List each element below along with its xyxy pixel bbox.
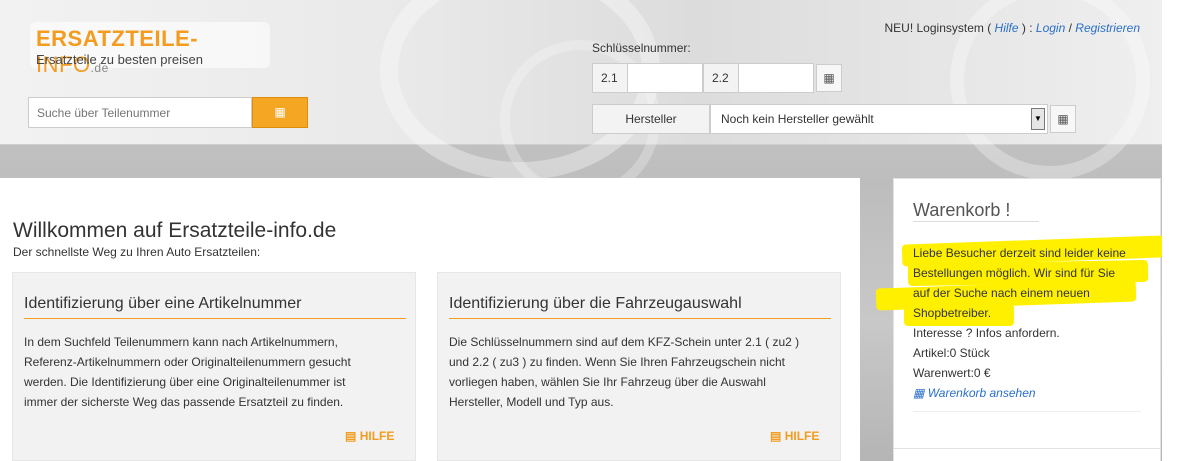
cart-info: Liebe Besucher derzeit sind leider keine…: [913, 243, 1158, 403]
info-card-vehicle-selection: Identifizierung über die Fahrzeugauswahl…: [437, 272, 841, 461]
page-subtitle: Der schnellste Weg zu Ihren Auto Ersatzt…: [13, 245, 261, 259]
key-search-button[interactable]: ▦: [816, 64, 842, 92]
view-cart-label: Warenkorb ansehen: [927, 386, 1036, 400]
manufacturer-select[interactable]: Noch kein Hersteller gewählt ▼: [710, 104, 1048, 134]
login-bar: NEU! Loginsystem ( Hilfe ) : Login / Reg…: [885, 21, 1141, 35]
card-text-line: Referenz-Artikelnummern oder Originaltei…: [24, 355, 351, 369]
manufacturer-row: Hersteller Noch kein Hersteller gewählt …: [592, 104, 1084, 134]
manufacturer-search-button[interactable]: ▦: [1050, 105, 1076, 133]
cart-notice-line: Shopbetreiber.: [913, 306, 992, 320]
page-title: Willkommen auf Ersatzteile-info.de: [13, 219, 337, 242]
login-link[interactable]: Login: [1036, 21, 1065, 35]
register-link[interactable]: Registrieren: [1075, 21, 1140, 35]
card-divider: [24, 318, 406, 319]
card-text-line: Die Schlüsselnummern sind auf dem KFZ-Sc…: [449, 335, 800, 349]
cart-panel: Warenkorb ! Liebe Besucher derzeit sind …: [875, 178, 1165, 456]
help-label: HILFE: [359, 429, 395, 443]
help-icon: ▤: [345, 429, 357, 443]
search-icon: ▦: [274, 105, 286, 119]
help-button[interactable]: ▤ HILFE: [345, 429, 394, 443]
key-21-label: 2.1: [592, 63, 628, 93]
card-text: Die Schlüsselnummern sind auf dem KFZ-Sc…: [449, 332, 799, 412]
key-number-label: Schlüsselnummer:: [592, 41, 691, 55]
site-header: ERSATZTEILE-INFO.de Ersatzteile zu beste…: [0, 0, 1162, 200]
cart-title-divider: [913, 221, 1039, 222]
page-edge: [1162, 0, 1182, 461]
cart-interest-link[interactable]: Interesse ? Infos anfordern.: [913, 326, 1060, 340]
help-link[interactable]: Hilfe: [995, 21, 1019, 35]
search-button[interactable]: ▦: [252, 97, 308, 128]
search-icon: ▦: [1057, 112, 1069, 126]
card-divider: [449, 318, 831, 319]
search-input[interactable]: [28, 97, 252, 128]
card-text-line: immer der sicherste Weg das passende Ers…: [24, 395, 344, 409]
help-button[interactable]: ▤ HILFE: [770, 429, 819, 443]
cart-article-count: Artikel:0 Stück: [913, 346, 990, 360]
manufacturer-label: Hersteller: [592, 104, 710, 134]
cart-title: Warenkorb !: [913, 200, 1011, 220]
card-title: Identifizierung über eine Artikelnummer: [24, 295, 302, 312]
manufacturer-selected-value: Noch kein Hersteller gewählt: [721, 112, 874, 126]
login-mid: ) :: [1018, 21, 1036, 35]
card-text-line: und 2.2 ( zu3 ) zu finden. Wenn Sie Ihre…: [449, 355, 785, 369]
card-text-line: werden. Die Identifizierung über eine Or…: [24, 375, 346, 389]
key-22-label: 2.2: [703, 63, 739, 93]
cart-notice-line: Liebe Besucher derzeit sind leider keine: [913, 246, 1126, 260]
card-text: In dem Suchfeld Teilenummern kann nach A…: [24, 332, 351, 412]
card-text-line: vorliegen haben, wählen Sie Ihr Fahrzeug…: [449, 375, 766, 389]
info-card-article-number: Identifizierung über eine Artikelnummer …: [12, 272, 416, 461]
login-prefix: NEU! Loginsystem (: [884, 21, 995, 35]
cart-divider: [913, 411, 1141, 412]
card-text-line: In dem Suchfeld Teilenummern kann nach A…: [24, 335, 338, 349]
key-21-input[interactable]: [627, 63, 703, 93]
view-cart-link[interactable]: ▦ Warenkorb ansehen: [913, 386, 1036, 400]
key-22-input[interactable]: [738, 63, 814, 93]
card-title: Identifizierung über die Fahrzeugauswahl: [449, 295, 742, 312]
cart-notice-line: Bestellungen möglich. Wir sind für Sie: [913, 266, 1116, 280]
login-separator: /: [1065, 21, 1076, 35]
secondary-side-panel: [893, 448, 1161, 461]
site-logo[interactable]: ERSATZTEILE-INFO.de Ersatzteile zu beste…: [30, 22, 270, 77]
search-icon: ▦: [823, 71, 835, 85]
logo-tagline: Ersatzteile zu besten preisen: [36, 52, 203, 67]
main-content: Willkommen auf Ersatzteile-info.de Der s…: [0, 178, 860, 461]
help-icon: ▤: [770, 429, 782, 443]
help-label: HILFE: [784, 429, 820, 443]
cart-value: Warenwert:0 €: [913, 366, 991, 380]
part-number-search: ▦: [28, 97, 308, 128]
cart-notice-line: auf der Suche nach einem neuen: [913, 286, 1090, 300]
logo-part-ersatzteile: ERSATZTEILE-: [36, 26, 199, 51]
card-text-line: Hersteller, Modell und Typ aus.: [449, 395, 614, 409]
cart-icon: ▦: [913, 386, 925, 400]
dropdown-arrow-icon[interactable]: ▼: [1031, 108, 1045, 130]
